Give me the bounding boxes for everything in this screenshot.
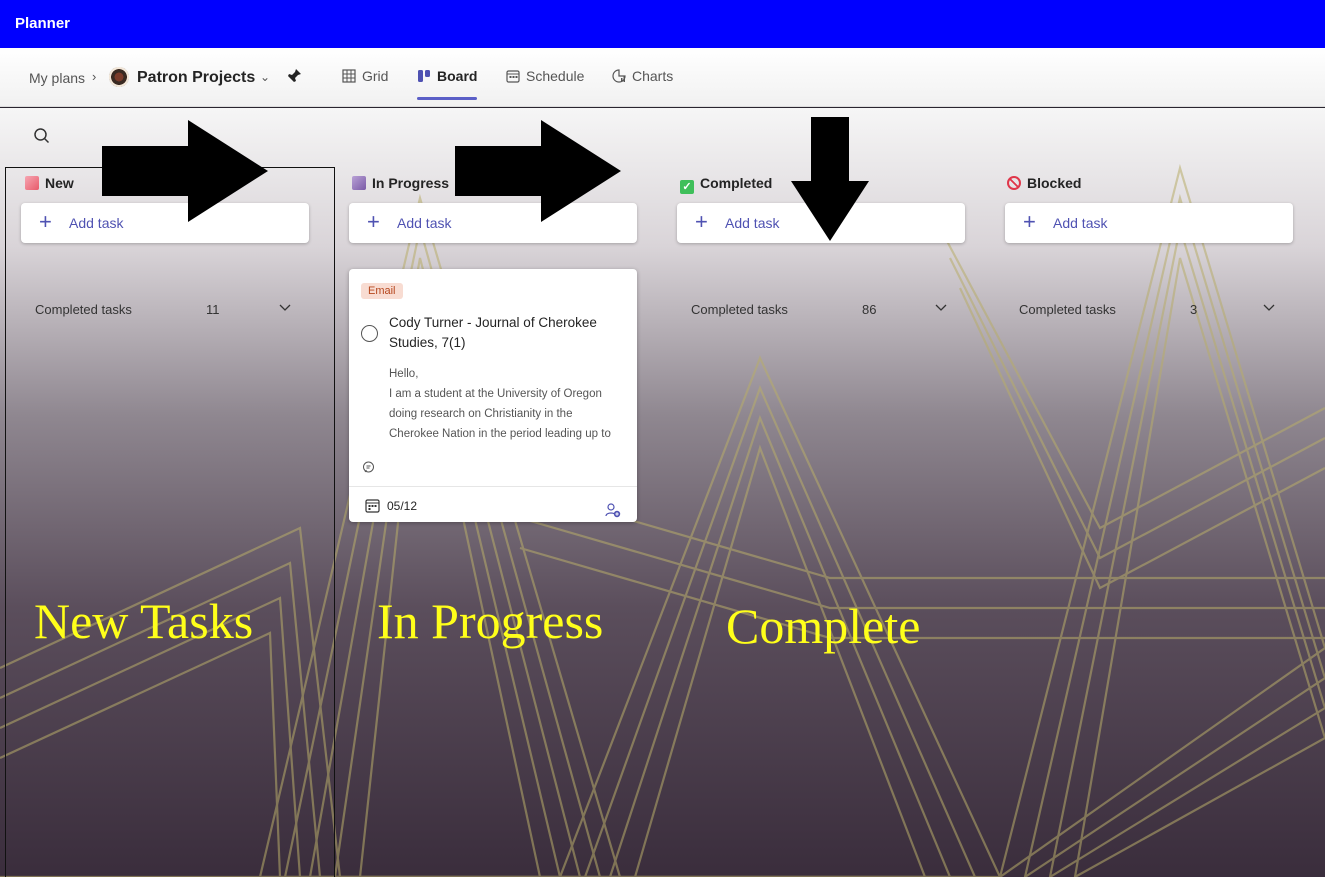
tab-charts-label: Charts — [632, 68, 674, 84]
search-icon[interactable] — [32, 126, 52, 146]
tab-charts[interactable]: Charts — [612, 68, 673, 100]
arrow-down-annotation — [791, 117, 869, 241]
chevron-down-icon[interactable]: ⌄ — [260, 70, 270, 84]
chevron-down-icon[interactable] — [1262, 300, 1276, 314]
column-title-new[interactable]: New — [25, 175, 74, 191]
preview-line: I am a student at the University of Oreg… — [389, 388, 602, 400]
comment-icon — [362, 461, 375, 474]
preview-line: Cherokee Nation in the period leading up… — [389, 428, 611, 440]
annotation-new-tasks: New Tasks — [34, 593, 254, 649]
preview-line: Hello, — [389, 368, 419, 380]
tab-grid[interactable]: Grid — [342, 68, 388, 100]
completed-tasks-toggle-blocked[interactable]: Completed tasks — [1019, 302, 1116, 317]
chevron-down-icon[interactable] — [278, 300, 292, 314]
plan-name[interactable]: Patron Projects — [137, 69, 255, 87]
plan-avatar — [109, 67, 129, 87]
charts-icon — [612, 69, 626, 83]
column-title-blocked[interactable]: Blocked — [1007, 175, 1081, 191]
task-preview: Hello, I am a student at the University … — [389, 364, 629, 444]
chevron-right-icon: › — [92, 69, 97, 84]
board: New In Progress ✓ Completed Blocked + Add … — [0, 108, 1325, 877]
arrow-right-annotation — [455, 120, 621, 222]
new-column-highlight — [5, 167, 335, 877]
plus-icon: + — [1023, 209, 1036, 234]
breadcrumb-my-plans[interactable]: My plans — [29, 70, 85, 86]
schedule-icon — [506, 69, 520, 83]
calendar-icon — [365, 498, 380, 513]
tab-board[interactable]: Board — [417, 68, 478, 100]
plus-icon: + — [39, 209, 52, 234]
paint-icon — [25, 176, 39, 190]
grid-icon — [342, 69, 356, 83]
hammer-icon — [352, 176, 366, 190]
arrow-right-annotation — [102, 120, 268, 222]
tab-grid-label: Grid — [362, 68, 389, 84]
task-card[interactable]: Email Cody Turner - Journal of Cherokee … — [349, 269, 637, 522]
plus-icon: + — [695, 209, 708, 234]
task-title[interactable]: Cody Turner - Journal of Cherokee Studie… — [389, 313, 624, 353]
completed-count-new: 11 — [206, 302, 220, 317]
annotation-complete: Complete — [726, 598, 921, 654]
add-task-button-blocked[interactable]: + Add task — [1005, 203, 1293, 243]
annotation-in-progress: In Progress — [377, 593, 604, 649]
preview-line: doing research on Christianity in the — [389, 408, 573, 420]
app-bar: Planner — [0, 0, 1325, 48]
completed-tasks-toggle-new[interactable]: Completed tasks — [35, 302, 132, 317]
board-icon — [417, 69, 431, 83]
assign-person-icon[interactable] — [605, 502, 621, 518]
pin-icon[interactable] — [286, 68, 302, 88]
completed-tasks-toggle-completed[interactable]: Completed tasks — [691, 302, 788, 317]
complete-task-checkbox[interactable] — [361, 325, 378, 342]
chevron-down-icon[interactable] — [934, 300, 948, 314]
blocked-icon — [1007, 176, 1021, 190]
column-title-in-progress[interactable]: In Progress — [352, 175, 449, 191]
card-divider — [349, 486, 637, 487]
check-box-icon: ✓ — [680, 180, 694, 194]
column-title-completed[interactable]: ✓ Completed — [680, 175, 772, 194]
due-date[interactable]: 05/12 — [387, 499, 417, 513]
plan-header: My plans › Patron Projects ⌄ Grid Board … — [0, 48, 1325, 107]
plus-icon: + — [367, 209, 380, 234]
tab-schedule[interactable]: Schedule — [506, 68, 584, 100]
app-title: Planner — [15, 15, 71, 32]
label-badge: Email — [361, 283, 403, 299]
completed-count-completed: 86 — [862, 302, 877, 317]
tab-board-label: Board — [437, 68, 478, 84]
completed-count-blocked: 3 — [1190, 302, 1198, 317]
tab-schedule-label: Schedule — [526, 68, 585, 84]
